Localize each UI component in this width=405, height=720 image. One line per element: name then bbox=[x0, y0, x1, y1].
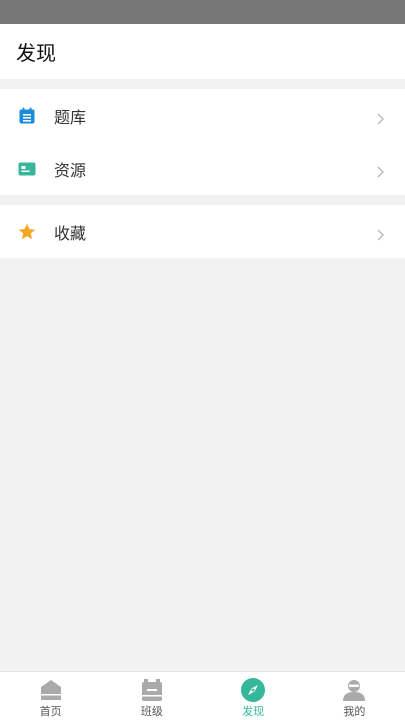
star-icon bbox=[18, 223, 36, 241]
profile-icon bbox=[342, 678, 366, 702]
menu-item-favorites[interactable]: 收藏 bbox=[0, 205, 405, 258]
menu-item-label: 收藏 bbox=[54, 223, 87, 243]
page-title: 发现 bbox=[16, 41, 56, 65]
tab-label: 班级 bbox=[140, 705, 163, 718]
home-icon bbox=[39, 678, 63, 702]
page-header: 发现 bbox=[0, 24, 405, 79]
menu-item-question-bank[interactable]: 题库 bbox=[0, 89, 405, 142]
tab-profile[interactable]: 我的 bbox=[304, 672, 405, 720]
chevron-right-icon bbox=[375, 110, 385, 124]
chevron-right-icon bbox=[375, 163, 385, 177]
menu-item-label: 题库 bbox=[54, 107, 87, 127]
status-bar bbox=[0, 0, 405, 24]
tab-class[interactable]: 班级 bbox=[101, 672, 202, 720]
tab-label: 发现 bbox=[242, 705, 265, 718]
menu-group-primary: 题库 资源 bbox=[0, 89, 405, 195]
tab-label: 首页 bbox=[39, 705, 62, 718]
menu-item-resources[interactable]: 资源 bbox=[0, 142, 405, 195]
tab-discover[interactable]: 发现 bbox=[203, 672, 304, 720]
bottom-tab-bar: 首页 班级 发现 我的 bbox=[0, 671, 405, 720]
tab-home[interactable]: 首页 bbox=[0, 672, 101, 720]
class-icon bbox=[140, 678, 164, 702]
resources-icon bbox=[18, 160, 36, 178]
question-bank-icon bbox=[18, 107, 36, 125]
menu-group-secondary: 收藏 bbox=[0, 205, 405, 258]
menu-item-label: 资源 bbox=[54, 160, 87, 180]
chevron-right-icon bbox=[375, 226, 385, 240]
compass-icon bbox=[241, 678, 266, 702]
tab-label: 我的 bbox=[343, 705, 366, 718]
